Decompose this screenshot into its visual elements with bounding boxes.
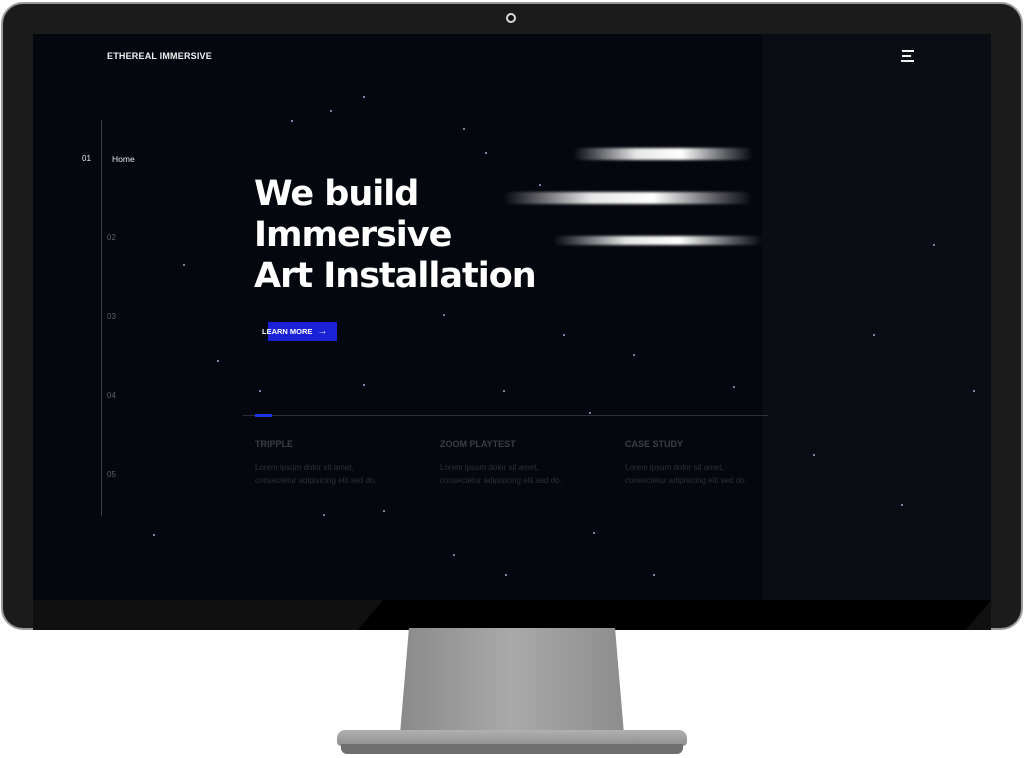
star [383, 510, 385, 512]
light-streak [573, 148, 753, 160]
feature-text-line: consectetur adipisicing elit sed do. [255, 476, 377, 485]
star [653, 574, 655, 576]
star [593, 532, 595, 534]
star [589, 412, 591, 414]
star [291, 120, 293, 122]
star [323, 514, 325, 516]
star [259, 390, 261, 392]
star [363, 96, 365, 98]
monitor-chin [33, 600, 991, 630]
learn-more-button[interactable]: LEARN MORE → [261, 322, 337, 341]
nav-label-home[interactable]: Home [112, 154, 135, 164]
light-streak [503, 192, 753, 204]
feature-title: ZOOM PLAYTEST [440, 439, 516, 449]
star [217, 360, 219, 362]
star [539, 184, 541, 186]
star [485, 152, 487, 154]
star [933, 244, 935, 246]
website-screen: ETHEREAL IMMERSIVE 01 Home 02 03 04 05 W… [33, 34, 991, 600]
star [901, 504, 903, 506]
star [443, 314, 445, 316]
star [813, 454, 815, 456]
hero-line-1: We build [254, 174, 419, 214]
star [463, 128, 465, 130]
feature-zoom-playtest[interactable]: ZOOM PLAYTEST Lorem ipsum dolor sit amet… [440, 439, 610, 487]
divider-progress-accent [255, 414, 272, 417]
star [330, 110, 332, 112]
monitor-stand-neck [400, 628, 624, 734]
monitor-stand-base-edge [341, 744, 683, 754]
feature-tripple[interactable]: TRIPPLE Lorem ipsum dolor sit amet, cons… [255, 439, 425, 487]
feature-text-line: Lorem ipsum dolor sit amet, [255, 463, 354, 472]
feature-title: CASE STUDY [625, 439, 684, 449]
star [453, 554, 455, 556]
star [503, 390, 505, 392]
nav-number-02[interactable]: 02 [107, 233, 116, 242]
star [563, 334, 565, 336]
light-streak [553, 236, 763, 245]
star [153, 534, 155, 536]
star [733, 386, 735, 388]
hero-headline: We build Immersive Art Installation [254, 174, 537, 297]
nav-number-04[interactable]: 04 [107, 391, 116, 400]
star [873, 334, 875, 336]
feature-case-study[interactable]: CASE STUDY Lorem ipsum dolor sit amet, c… [625, 439, 795, 487]
monitor: ETHEREAL IMMERSIVE 01 Home 02 03 04 05 W… [0, 2, 1024, 630]
webcam-icon [506, 13, 516, 23]
feature-text-line: consectetur adipisicing elit sed do. [440, 476, 562, 485]
hero-line-2: Immersive [254, 215, 452, 255]
star [363, 384, 365, 386]
feature-text-line: Lorem ipsum dolor sit amet, [440, 463, 539, 472]
star [973, 390, 975, 392]
feature-text: Lorem ipsum dolor sit amet, consectetur … [255, 461, 425, 487]
feature-text-line: consectetur adipisicing elit sed do. [625, 476, 747, 485]
brand-logo[interactable]: ETHEREAL IMMERSIVE [107, 51, 212, 61]
screen-glare [33, 34, 991, 600]
nav-rail-line [101, 120, 102, 516]
nav-number-01[interactable]: 01 [82, 154, 91, 163]
nav-number-03[interactable]: 03 [107, 312, 116, 321]
arrow-right-icon: → [317, 326, 328, 337]
star [505, 574, 507, 576]
star [183, 264, 185, 266]
hamburger-menu-icon[interactable] [901, 50, 915, 62]
feature-title: TRIPPLE [255, 439, 294, 449]
feature-text: Lorem ipsum dolor sit amet, consectetur … [625, 461, 795, 487]
section-divider [243, 415, 768, 416]
nav-number-05[interactable]: 05 [107, 470, 116, 479]
star [633, 354, 635, 356]
hero-line-3: Art Installation [254, 256, 537, 296]
feature-text-line: Lorem ipsum dolor sit amet, [625, 463, 724, 472]
learn-more-label: LEARN MORE [262, 327, 313, 336]
feature-text: Lorem ipsum dolor sit amet, consectetur … [440, 461, 610, 487]
